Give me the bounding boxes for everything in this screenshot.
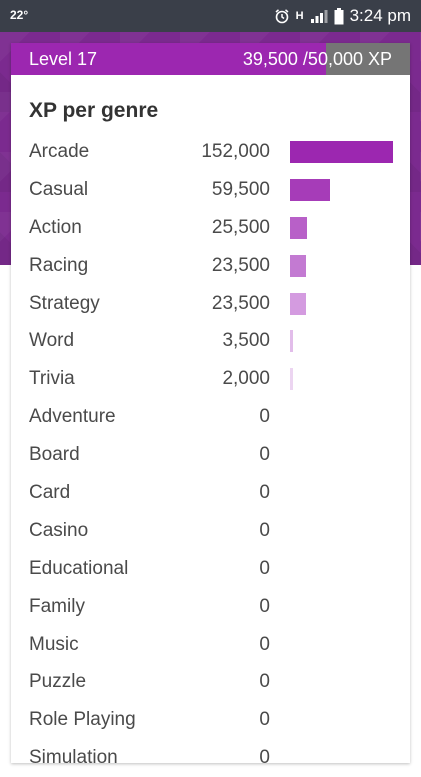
genre-xp: 0 (259, 671, 270, 693)
alarm-icon (275, 9, 289, 24)
level-label: Level 17 (29, 49, 98, 69)
genre-name: Educational (29, 557, 129, 579)
genre-xp-bar (290, 178, 330, 201)
genre-xp: 2,000 (222, 368, 270, 390)
genre-name: Family (29, 595, 85, 617)
genre-name: Board (29, 444, 80, 466)
genre-name: Action (29, 216, 82, 238)
genre-name: Adventure (29, 406, 116, 428)
genre-xp-bar (290, 216, 307, 239)
genre-xp-bar (290, 254, 306, 277)
xp-card: Level 17 39,500 /50,000 XP XP per genre … (11, 43, 410, 768)
genre-row: Casino 0 (11, 512, 410, 550)
genre-xp: 0 (259, 595, 270, 617)
genre-name: Casual (29, 178, 89, 200)
genre-row: Word 3,500 (11, 322, 410, 360)
genre-row: Board 0 (11, 436, 410, 474)
genre-name: Word (29, 330, 75, 352)
genre-name: Racing (29, 254, 89, 276)
clock: 3:24 pm (349, 6, 411, 25)
genre-row: Role Playing 0 (11, 701, 410, 739)
genre-row: Arcade 152,000 (11, 133, 410, 171)
genre-xp: 0 (259, 747, 270, 769)
temperature-readout: 22° (10, 8, 29, 22)
genre-xp-bar (290, 330, 293, 353)
genre-xp: 23,500 (211, 254, 270, 276)
genre-xp: 25,500 (211, 216, 270, 238)
battery-icon (334, 7, 344, 24)
genre-xp-bar (290, 292, 306, 315)
genre-row: Racing 23,500 (11, 247, 410, 285)
genre-row: Family 0 (11, 588, 410, 626)
genre-row: Strategy 23,500 (11, 285, 410, 323)
genre-row: Puzzle 0 (11, 663, 410, 701)
genre-xp: 59,500 (211, 178, 270, 200)
genre-xp: 0 (259, 482, 270, 504)
genre-xp: 3,500 (222, 330, 270, 352)
genre-row: Card 0 (11, 474, 410, 512)
genre-name: Card (29, 482, 71, 504)
genre-row: Educational 0 (11, 550, 410, 588)
genre-name: Simulation (29, 747, 118, 769)
genre-row: Simulation 0 (11, 739, 410, 777)
genre-xp: 0 (259, 444, 270, 466)
genre-name: Casino (29, 519, 89, 541)
genre-list: Arcade 152,000 Casual 59,500 Action 25,500 Rac… (11, 133, 410, 777)
genre-row: Casual 59,500 (11, 171, 410, 209)
status-icons: H 3:24 pm (274, 4, 411, 28)
genre-name: Arcade (29, 141, 90, 162)
genre-row: Music 0 (11, 626, 410, 664)
level-xp-text: 39,500 /50,000 XP (242, 49, 392, 69)
genre-name: Strategy (29, 292, 100, 314)
genre-xp: 23,500 (211, 292, 270, 314)
genre-name: Puzzle (29, 671, 87, 693)
section-title: XP per genre (29, 99, 159, 122)
network-type-indicator: H (295, 10, 304, 22)
signal-icon (310, 10, 328, 23)
genre-row: Adventure 0 (11, 398, 410, 436)
genre-xp: 0 (259, 519, 270, 541)
genre-row: Trivia 2,000 (11, 360, 410, 398)
genre-xp: 0 (259, 557, 270, 579)
level-progress-bar: Level 17 39,500 /50,000 XP (11, 43, 410, 75)
genre-xp: 0 (259, 406, 270, 428)
genre-name: Music (29, 633, 79, 655)
genre-xp: 0 (259, 633, 270, 655)
genre-xp-bar (290, 368, 293, 391)
genre-xp-bar (290, 141, 393, 163)
genre-xp: 0 (259, 709, 270, 731)
genre-name: Role Playing (29, 709, 136, 731)
status-bar: 22° H 3:24 pm (0, 0, 421, 32)
genre-xp: 152,000 (201, 141, 270, 162)
genre-row: Action 25,500 (11, 209, 410, 247)
genre-name: Trivia (29, 368, 75, 390)
